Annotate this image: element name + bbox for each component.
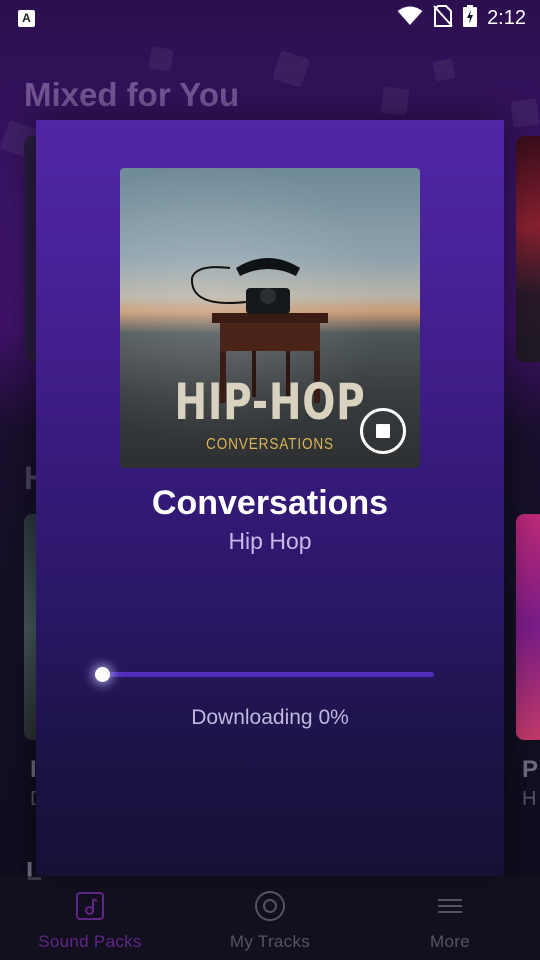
nav-more[interactable]: More bbox=[360, 876, 540, 960]
bottom-navigation: Sound Packs My Tracks More bbox=[0, 876, 540, 960]
nav-label: More bbox=[430, 932, 470, 951]
battery-charging-icon bbox=[463, 4, 478, 32]
nav-label: My Tracks bbox=[229, 932, 311, 951]
clock-time: 2:12 bbox=[487, 6, 526, 29]
stop-preview-button[interactable] bbox=[360, 408, 406, 454]
decorative-square bbox=[272, 50, 310, 88]
decorative-square bbox=[510, 98, 540, 128]
no-sim-icon bbox=[433, 4, 453, 32]
decorative-square bbox=[432, 58, 456, 82]
decorative-square bbox=[380, 86, 410, 116]
background-card-right[interactable] bbox=[516, 136, 540, 362]
status-bar: A 2:12 bbox=[0, 0, 540, 36]
download-progress-bar bbox=[95, 667, 434, 682]
decorative-square bbox=[148, 46, 174, 72]
cover-subtitle-text: CONVERSATIONS bbox=[206, 436, 334, 453]
album-cover-image: HIP-HOP CONVERSATIONS bbox=[120, 168, 420, 468]
nav-label: Sound Packs bbox=[38, 932, 142, 951]
pack-title: Conversations bbox=[151, 484, 389, 522]
download-progress-thumb bbox=[95, 667, 110, 682]
app-notification-icon: A bbox=[18, 9, 35, 27]
card-subtitle-right: H bbox=[522, 788, 537, 810]
hamburger-menu-icon bbox=[434, 890, 466, 922]
section-heading-mixed-for-you: Mixed for You bbox=[24, 76, 240, 113]
music-note-icon bbox=[74, 890, 106, 922]
pack-genre: Hip Hop bbox=[228, 528, 312, 554]
nav-sound-packs[interactable]: Sound Packs bbox=[0, 876, 180, 960]
nav-my-tracks[interactable]: My Tracks bbox=[180, 876, 360, 960]
stop-icon bbox=[376, 424, 390, 438]
download-dialog: HIP-HOP CONVERSATIONS Conversations Hip … bbox=[36, 120, 504, 876]
download-status-text: Downloading 0% bbox=[191, 706, 349, 729]
record-disc-icon bbox=[254, 890, 286, 922]
background-card-right-2[interactable] bbox=[516, 514, 540, 740]
cover-title-text: HIP-HOP bbox=[174, 373, 366, 431]
wifi-icon bbox=[397, 6, 423, 31]
card-title-right: P bbox=[522, 756, 539, 783]
